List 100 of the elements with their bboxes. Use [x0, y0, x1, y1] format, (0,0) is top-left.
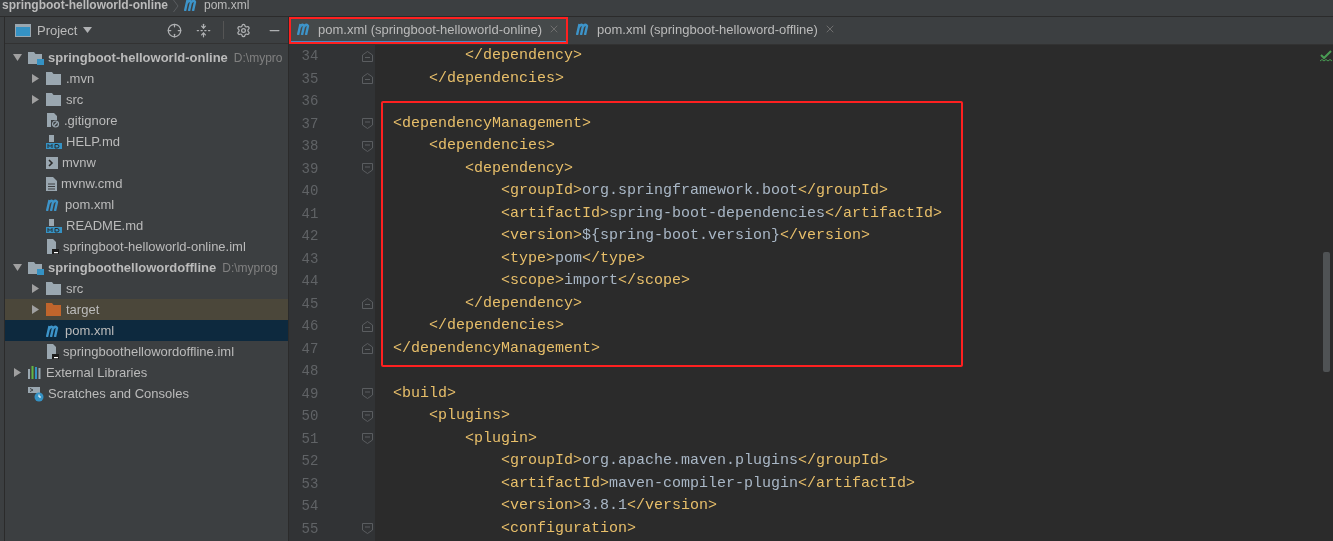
collapse-all-icon[interactable] [196, 22, 211, 38]
tree-row[interactable]: External Libraries [5, 362, 288, 383]
tree-item-label: pom.xml [65, 197, 115, 212]
fold-marker-icon[interactable] [362, 410, 373, 422]
expanded-arrow-icon[interactable] [13, 53, 22, 62]
fold-marker-icon[interactable] [362, 140, 373, 152]
folder-icon [46, 303, 62, 316]
fold-marker-icon[interactable] [362, 73, 373, 85]
editor-tab[interactable]: pom.xml (springboot-helloword-offline) [568, 17, 844, 44]
tree-item-label: src [66, 281, 84, 296]
tree-row[interactable]: .mvn [5, 68, 288, 89]
tree-item-label: README.md [66, 218, 144, 233]
code-line: <dependencyManagement> [393, 113, 592, 134]
chevron-right-icon [173, 0, 179, 12]
fold-marker-icon[interactable] [362, 523, 373, 535]
code-line: <version>3.8.1</version> [500, 496, 718, 516]
tree-item-label: HELP.md [66, 134, 120, 149]
tree-item-label: Scratches and Consoles [48, 386, 189, 401]
tree-row[interactable]: README.md [5, 215, 288, 236]
code-line: <artifactId>maven-compiler-plugin</artifactId> [500, 473, 916, 494]
maven-icon [46, 324, 61, 337]
collapsed-arrow-icon[interactable] [13, 368, 22, 377]
tree-row[interactable]: springboot-helloworld-online.iml [5, 236, 288, 257]
fold-marker-icon[interactable] [362, 118, 373, 130]
tree-row[interactable]: src [5, 278, 288, 299]
tree-item-label: src [66, 92, 84, 107]
code-line: <build> [393, 383, 456, 404]
tree-row[interactable]: springboothellowordoffline.iml [5, 341, 288, 362]
fold-marker-icon[interactable] [362, 320, 373, 332]
breadcrumb-file[interactable]: pom.xml [204, 0, 250, 11]
code-line: <groupId>org.apache.maven.plugins</groupId> [500, 451, 889, 471]
collapsed-arrow-icon[interactable] [31, 284, 40, 293]
maven-icon [184, 0, 199, 11]
panel-title[interactable]: Project [37, 22, 78, 38]
terminal-file-icon [46, 156, 58, 169]
settings-icon[interactable] [236, 22, 251, 38]
module-file-icon [46, 239, 59, 254]
tree-row[interactable]: pom.xml [5, 320, 288, 341]
tree-row[interactable]: Scratches and Consoles [5, 383, 288, 404]
ignored-file-icon [46, 113, 60, 128]
breadcrumb-project[interactable]: springboot-helloworld-online [2, 0, 168, 11]
tree-item-label: External Libraries [46, 365, 148, 380]
code-line: <dependencies> [428, 136, 556, 156]
fold-marker-icon[interactable] [362, 163, 373, 175]
tree-row[interactable]: target [5, 299, 288, 320]
fold-marker-icon[interactable] [362, 298, 373, 310]
code-line: </dependency> [464, 46, 583, 66]
tree-row[interactable]: .gitignore [5, 110, 288, 131]
code-line: <version>${spring-boot.version}</version> [500, 226, 871, 246]
tree-row[interactable]: springboot-helloworld-online D:\mypro [5, 47, 288, 68]
maven-icon [46, 198, 61, 211]
check-icon[interactable] [1320, 50, 1332, 62]
module-folder-icon [28, 260, 44, 275]
code-line: <configuration> [500, 518, 637, 539]
tree-item-label: target [66, 302, 100, 317]
editor-tab[interactable]: pom.xml (springboot-helloworld-online) [289, 17, 568, 44]
maven-icon [297, 23, 312, 35]
tree-row[interactable]: src [5, 89, 288, 110]
code-line: <dependency> [464, 158, 574, 179]
fold-marker-icon[interactable] [362, 433, 373, 445]
locate-icon[interactable] [167, 22, 182, 38]
tree-row[interactable]: mvnw [5, 152, 288, 173]
folder-icon [46, 72, 62, 85]
module-path: D:\myprog [222, 260, 278, 275]
tree-item-label: mvnw [62, 155, 96, 170]
code-line: <plugin> [464, 428, 538, 449]
collapsed-arrow-icon[interactable] [31, 305, 40, 314]
fold-marker-icon[interactable] [362, 50, 373, 62]
tree-row[interactable]: pom.xml [5, 194, 288, 215]
tree-item-label: springboothellowordoffline.iml [63, 344, 235, 359]
code-line: <groupId>org.springframework.boot</groupId> [500, 181, 889, 201]
fold-marker-icon[interactable] [362, 388, 373, 400]
module-path: D:\mypro [233, 50, 283, 65]
tree-item-label: .mvn [66, 71, 95, 86]
tree-item-label: .gitignore [64, 113, 118, 128]
maven-icon [576, 23, 591, 35]
close-icon[interactable] [548, 23, 560, 35]
tree-row[interactable]: HELP.md [5, 131, 288, 152]
tree-item-label: mvnw.cmd [61, 176, 123, 191]
collapsed-arrow-icon[interactable] [31, 95, 40, 104]
expanded-arrow-icon[interactable] [13, 263, 22, 272]
code-line: </dependency> [464, 293, 583, 314]
code-line: <scope>import</scope> [500, 271, 691, 291]
folder-icon [46, 93, 62, 106]
scrollbar-thumb[interactable] [1322, 252, 1330, 372]
code-line: </dependencies> [428, 68, 565, 89]
markdown-file-icon [46, 134, 62, 149]
caret-down-icon[interactable] [83, 27, 93, 33]
console-clock-icon [28, 385, 44, 402]
tree-item-label: springboot-helloworld-online.iml [63, 239, 246, 254]
tree-row[interactable]: mvnw.cmd [5, 173, 288, 194]
code-line: <artifactId>spring-boot-dependencies</artifactId> [500, 203, 943, 224]
window-icon [15, 23, 31, 37]
tree-item-label: springboothellowordoffline [48, 260, 217, 275]
tree-row[interactable]: springboothellowordoffline D:\myprog [5, 257, 288, 278]
code-line: <type>pom</type> [500, 248, 646, 269]
collapsed-arrow-icon[interactable] [31, 74, 40, 83]
code-line: </dependencyManagement> [393, 338, 601, 359]
fold-marker-icon[interactable] [362, 343, 373, 355]
code-line: <plugins> [428, 406, 511, 426]
